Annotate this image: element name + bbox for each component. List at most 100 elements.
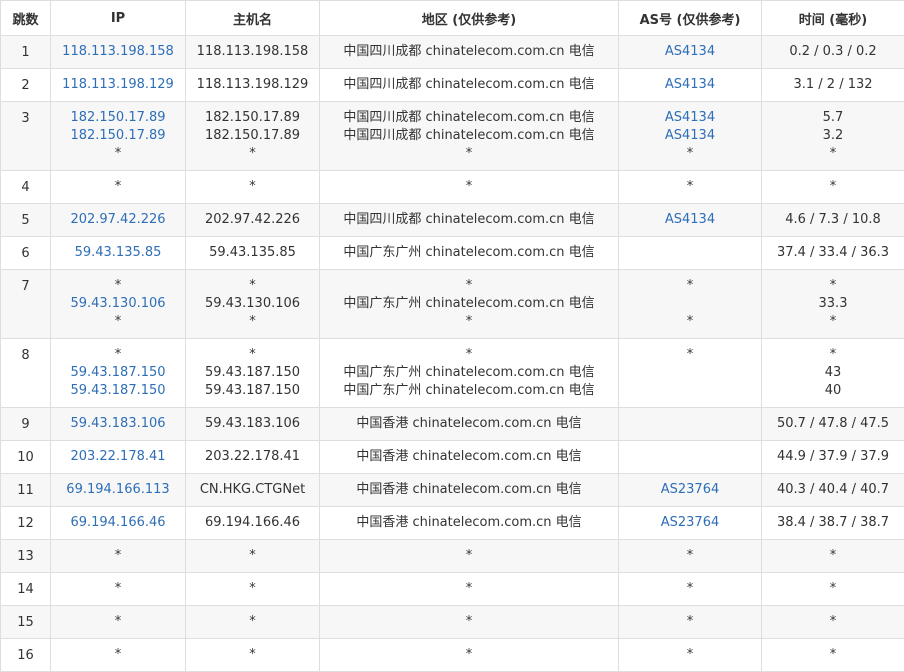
table-header-row: 跳数 IP 主机名 地区 (仅供参考) AS号 (仅供参考) 时间 (毫秒): [1, 1, 904, 36]
hostname-text: 118.113.198.129: [186, 76, 319, 94]
hostname-cell: 59.43.183.106: [186, 408, 320, 441]
as-number-link[interactable]: AS4134: [619, 76, 761, 94]
header-hostname[interactable]: 主机名: [186, 1, 320, 36]
table-row: 8*59.43.187.15059.43.187.150*59.43.187.1…: [1, 339, 904, 408]
hostname-text: *: [186, 646, 319, 664]
header-as-number[interactable]: AS号 (仅供参考): [619, 1, 762, 36]
region-text: 中国香港 chinatelecom.com.cn 电信: [320, 514, 618, 532]
as-number-cell: AS4134: [619, 36, 762, 69]
ip-link[interactable]: 118.113.198.158: [51, 43, 185, 61]
header-region[interactable]: 地区 (仅供参考): [320, 1, 619, 36]
as-number-text: *: [619, 613, 761, 631]
region-cell: 中国四川成都 chinatelecom.com.cn 电信: [320, 36, 619, 69]
region-cell: *: [320, 606, 619, 639]
region-text: *: [320, 277, 618, 295]
time-text: 40: [762, 382, 904, 400]
table-row: 10203.22.178.41203.22.178.41中国香港 chinate…: [1, 441, 904, 474]
hostname-cell: 203.22.178.41: [186, 441, 320, 474]
hostname-cell: *: [186, 606, 320, 639]
ip-link[interactable]: 182.150.17.89: [51, 127, 185, 145]
as-number-cell: *: [619, 639, 762, 672]
time-cell: 37.4 / 33.4 / 36.3: [762, 237, 904, 270]
hostname-text: 203.22.178.41: [186, 448, 319, 466]
as-number-link[interactable]: AS23764: [619, 481, 761, 499]
time-text: 0.2 / 0.3 / 0.2: [762, 43, 904, 61]
hostname-cell: *: [186, 639, 320, 672]
header-time[interactable]: 时间 (毫秒): [762, 1, 904, 36]
hop-number: 5: [1, 204, 51, 237]
time-cell: *: [762, 573, 904, 606]
table-row: 3182.150.17.89182.150.17.89*182.150.17.8…: [1, 102, 904, 171]
as-number-link[interactable]: AS4134: [619, 211, 761, 229]
as-number-cell: AS23764: [619, 507, 762, 540]
ip-text: *: [51, 313, 185, 331]
region-text: *: [320, 613, 618, 631]
time-cell: 50.7 / 47.8 / 47.5: [762, 408, 904, 441]
ip-link[interactable]: 203.22.178.41: [51, 448, 185, 466]
region-text: 中国广东广州 chinatelecom.com.cn 电信: [320, 295, 618, 313]
ip-link[interactable]: 202.97.42.226: [51, 211, 185, 229]
region-text: 中国四川成都 chinatelecom.com.cn 电信: [320, 76, 618, 94]
ip-link[interactable]: 69.194.166.46: [51, 514, 185, 532]
hostname-text: 59.43.187.150: [186, 382, 319, 400]
ip-link[interactable]: 59.43.187.150: [51, 382, 185, 400]
region-cell: *: [320, 639, 619, 672]
ip-text: *: [51, 145, 185, 163]
region-text: 中国香港 chinatelecom.com.cn 电信: [320, 448, 618, 466]
hostname-cell: 182.150.17.89182.150.17.89*: [186, 102, 320, 171]
as-number-link[interactable]: AS4134: [619, 43, 761, 61]
as-number-text: *: [619, 277, 761, 295]
time-text: *: [762, 313, 904, 331]
time-text: *: [762, 646, 904, 664]
as-number-cell: *: [619, 540, 762, 573]
ip-link[interactable]: 59.43.187.150: [51, 364, 185, 382]
as-number-text: *: [619, 346, 761, 364]
ip-cell: *59.43.130.106*: [51, 270, 186, 339]
ip-text: *: [51, 580, 185, 598]
hostname-text: 202.97.42.226: [186, 211, 319, 229]
time-text: *: [762, 178, 904, 196]
table-row: 16*****: [1, 639, 904, 672]
table-row: 4*****: [1, 171, 904, 204]
time-cell: 44.9 / 37.9 / 37.9: [762, 441, 904, 474]
header-ip[interactable]: IP: [51, 1, 186, 36]
time-text: 40.3 / 40.4 / 40.7: [762, 481, 904, 499]
table-row: 7*59.43.130.106**59.43.130.106**中国广东广州 c…: [1, 270, 904, 339]
time-cell: *: [762, 639, 904, 672]
region-cell: *: [320, 573, 619, 606]
hop-number: 6: [1, 237, 51, 270]
ip-link[interactable]: 69.194.166.113: [51, 481, 185, 499]
ip-cell: 118.113.198.129: [51, 69, 186, 102]
ip-cell: *: [51, 639, 186, 672]
ip-text: *: [51, 613, 185, 631]
hostname-text: *: [186, 547, 319, 565]
ip-cell: *: [51, 171, 186, 204]
time-text: 4.6 / 7.3 / 10.8: [762, 211, 904, 229]
time-text: *: [762, 580, 904, 598]
region-cell: *: [320, 171, 619, 204]
ip-cell: 202.97.42.226: [51, 204, 186, 237]
ip-cell: 69.194.166.46: [51, 507, 186, 540]
ip-link[interactable]: 59.43.130.106: [51, 295, 185, 313]
header-hop[interactable]: 跳数: [1, 1, 51, 36]
as-number-link[interactable]: AS23764: [619, 514, 761, 532]
hop-number: 7: [1, 270, 51, 339]
ip-link[interactable]: 182.150.17.89: [51, 109, 185, 127]
hostname-text: *: [186, 277, 319, 295]
as-number-cell: AS23764: [619, 474, 762, 507]
time-text: *: [762, 613, 904, 631]
ip-cell: *: [51, 540, 186, 573]
ip-link[interactable]: 59.43.183.106: [51, 415, 185, 433]
ip-link[interactable]: 118.113.198.129: [51, 76, 185, 94]
ip-link[interactable]: 59.43.135.85: [51, 244, 185, 262]
hostname-text: 59.43.187.150: [186, 364, 319, 382]
as-number-link[interactable]: AS4134: [619, 127, 761, 145]
region-cell: 中国香港 chinatelecom.com.cn 电信: [320, 507, 619, 540]
table-row: 14*****: [1, 573, 904, 606]
as-number-link[interactable]: AS4134: [619, 109, 761, 127]
as-number-cell: [619, 237, 762, 270]
hostname-text: *: [186, 313, 319, 331]
time-text: *: [762, 547, 904, 565]
region-text: *: [320, 346, 618, 364]
time-cell: 0.2 / 0.3 / 0.2: [762, 36, 904, 69]
